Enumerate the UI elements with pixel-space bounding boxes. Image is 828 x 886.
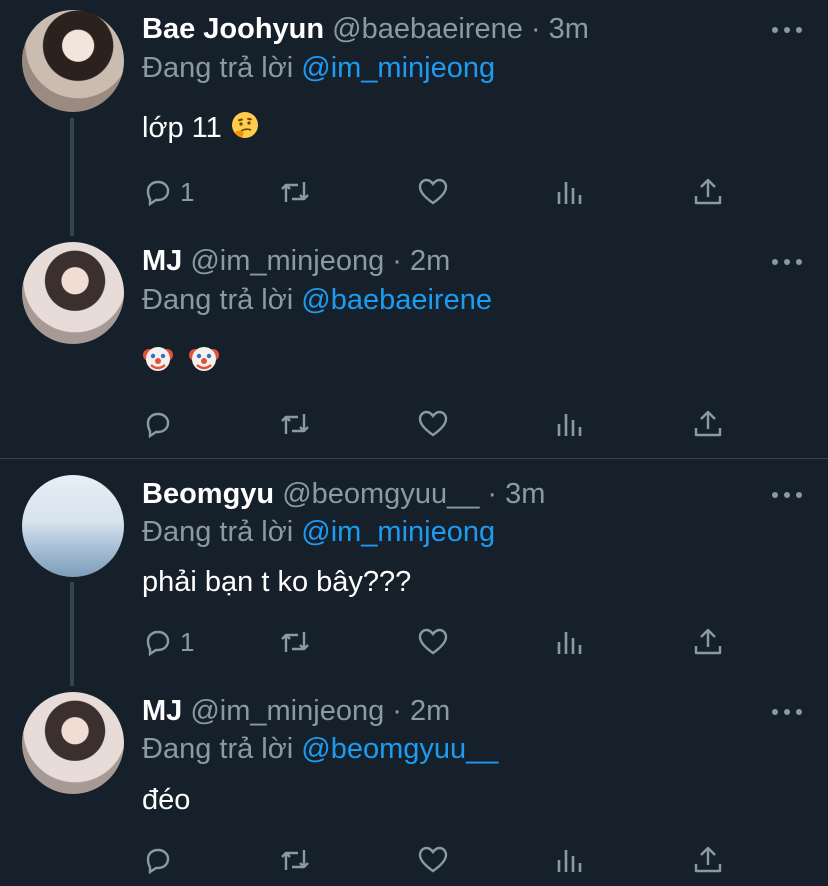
user-handle[interactable]: @beomgyuu__	[282, 478, 479, 510]
tweet[interactable]: Beomgyu @beomgyuu__ · 3m Đang trả lời @i…	[0, 0, 828, 886]
avatar[interactable]	[22, 692, 124, 794]
replying-to-label: Đang trả lời	[142, 733, 294, 765]
tweet-text: phải bạn t ko bây???	[142, 566, 412, 598]
timestamp[interactable]: 2m	[410, 695, 450, 727]
retweet-button[interactable]	[278, 622, 312, 662]
replying-to-label: Đang trả lời	[142, 516, 294, 548]
like-button[interactable]	[417, 622, 449, 662]
reply-icon	[146, 630, 170, 657]
like-button[interactable]	[417, 840, 449, 880]
share-icon	[694, 846, 722, 873]
reply-icon	[146, 848, 170, 875]
replying-to: Đang trả lời @im_minjeong	[142, 514, 495, 550]
reply-count: 1	[180, 627, 195, 657]
tweet-header: Beomgyu @beomgyuu__ · 3m	[142, 476, 545, 512]
retweet-button[interactable]	[278, 840, 312, 880]
tweet-actions: 1	[0, 622, 828, 662]
more-options-icon[interactable]	[772, 707, 802, 717]
reply-button[interactable]	[142, 840, 180, 880]
display-name[interactable]: MJ	[142, 695, 182, 727]
analytics-icon	[557, 850, 582, 872]
separator-dot: ·	[487, 478, 498, 510]
heart-icon	[418, 846, 448, 873]
heart-icon	[418, 628, 448, 655]
mention-link[interactable]: @beomgyuu__	[301, 733, 498, 765]
tweet-actions	[0, 840, 828, 880]
avatar[interactable]	[22, 475, 124, 577]
tweet-text: đéo	[142, 784, 191, 816]
retweet-icon	[281, 632, 309, 652]
analytics-button[interactable]	[556, 622, 586, 662]
mention-link[interactable]: @im_minjeong	[301, 516, 495, 548]
replying-to: Đang trả lời @beomgyuu__	[142, 731, 498, 767]
more-options-icon[interactable]	[772, 490, 802, 500]
display-name[interactable]: Beomgyu	[142, 478, 274, 510]
separator-dot: ·	[392, 695, 402, 727]
share-button[interactable]	[693, 622, 723, 662]
timestamp[interactable]: 3m	[505, 478, 545, 510]
share-icon	[694, 628, 722, 655]
analytics-button[interactable]	[556, 840, 586, 880]
retweet-icon	[281, 850, 309, 870]
user-handle[interactable]: @im_minjeong	[190, 695, 384, 727]
analytics-icon	[557, 632, 582, 654]
share-button[interactable]	[693, 840, 723, 880]
reply-button[interactable]: 1	[142, 622, 194, 662]
tweet-header: MJ @im_minjeong · 2m	[142, 693, 450, 729]
